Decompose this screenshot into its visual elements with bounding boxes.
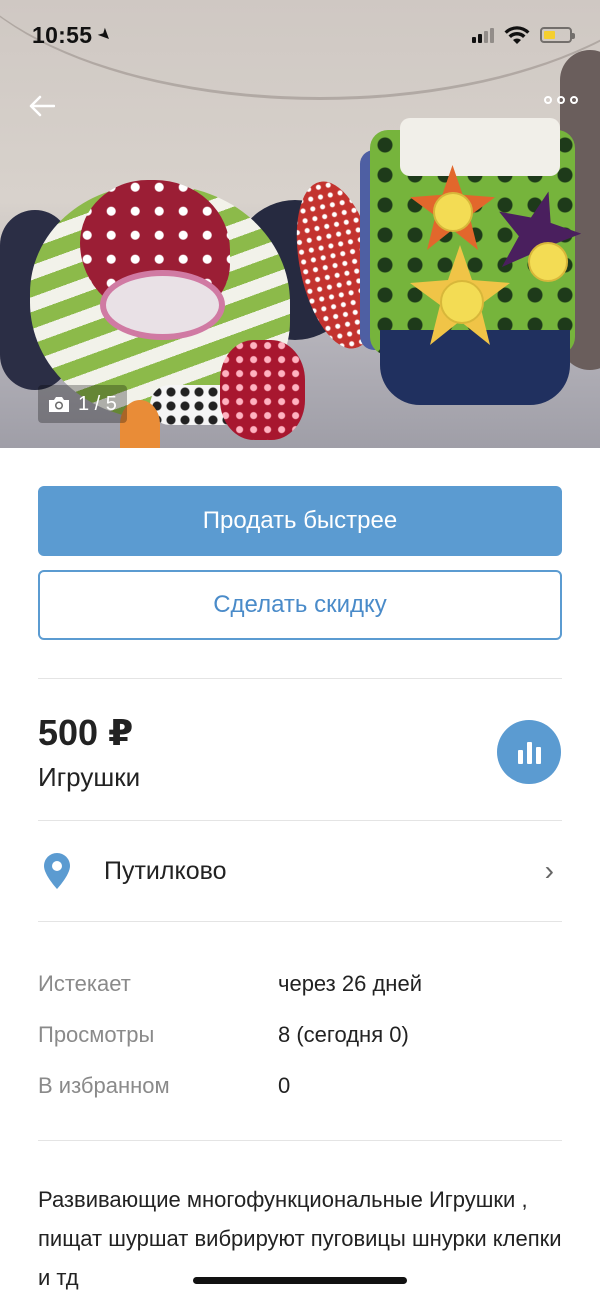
- toy-shape: [100, 270, 225, 340]
- sell-faster-button[interactable]: Продать быстрее: [38, 486, 562, 556]
- info-value: 0: [278, 1072, 291, 1098]
- photo-counter: 1 / 5: [38, 385, 127, 423]
- info-row-views: Просмотры 8 (сегодня 0): [38, 1009, 562, 1060]
- toy-shape: [220, 340, 305, 440]
- battery-icon: [540, 27, 575, 43]
- more-options-button[interactable]: [544, 96, 578, 104]
- divider: [38, 1140, 562, 1141]
- location-pin-icon: [44, 853, 70, 889]
- info-value: через 26 дней: [278, 970, 422, 996]
- listing-screen: 10:55 ➤ 1 / 5 Продать быстрее Сделать ск…: [0, 0, 600, 1298]
- divider: [38, 820, 562, 821]
- status-time: 10:55 ➤: [32, 21, 116, 49]
- status-icons: [472, 25, 575, 45]
- cellular-signal-icon: [472, 27, 494, 43]
- info-label: Просмотры: [38, 1021, 155, 1047]
- toy-shape: [528, 242, 568, 282]
- listing-info-table: Истекает через 26 дней Просмотры 8 (сего…: [38, 958, 562, 1111]
- wifi-icon: [504, 26, 530, 44]
- location-row[interactable]: Путилково ›: [38, 828, 562, 914]
- statistics-button[interactable]: [497, 720, 561, 784]
- info-label: Истекает: [38, 970, 131, 996]
- more-dot-icon: [544, 96, 552, 104]
- toy-shape: [433, 192, 473, 232]
- toy-shape: [400, 118, 560, 176]
- more-dot-icon: [570, 96, 578, 104]
- location-label: Путилково: [104, 856, 227, 885]
- status-bar: 10:55 ➤: [0, 0, 600, 70]
- photo-counter-text: 1 / 5: [78, 392, 117, 415]
- listing-category: Игрушки: [38, 762, 141, 792]
- divider: [38, 921, 562, 922]
- info-row-favorites: В избранном 0: [38, 1060, 562, 1111]
- back-button[interactable]: [24, 88, 60, 124]
- bar-chart-icon: [526, 742, 532, 764]
- toy-shape: [380, 330, 570, 405]
- location-arrow-icon: ➤: [93, 24, 116, 47]
- divider: [38, 678, 562, 679]
- bar-chart-icon: [535, 747, 541, 764]
- info-value: 8 (сегодня 0): [278, 1021, 409, 1047]
- chevron-right-icon: ›: [544, 855, 554, 886]
- toy-shape: [440, 280, 484, 324]
- more-dot-icon: [557, 96, 565, 104]
- bar-chart-icon: [517, 750, 523, 764]
- camera-icon: [49, 396, 69, 412]
- status-time-text: 10:55: [32, 21, 93, 48]
- arrow-left-icon: [29, 95, 55, 117]
- info-row-expires: Истекает через 26 дней: [38, 958, 562, 1009]
- battery-level: [544, 31, 555, 39]
- info-label: В избранном: [38, 1072, 170, 1098]
- listing-price: 500 ₽: [38, 712, 134, 753]
- listing-photo[interactable]: 10:55 ➤ 1 / 5: [0, 0, 600, 448]
- make-discount-button[interactable]: Сделать скидку: [38, 570, 562, 640]
- home-indicator: [193, 1277, 407, 1284]
